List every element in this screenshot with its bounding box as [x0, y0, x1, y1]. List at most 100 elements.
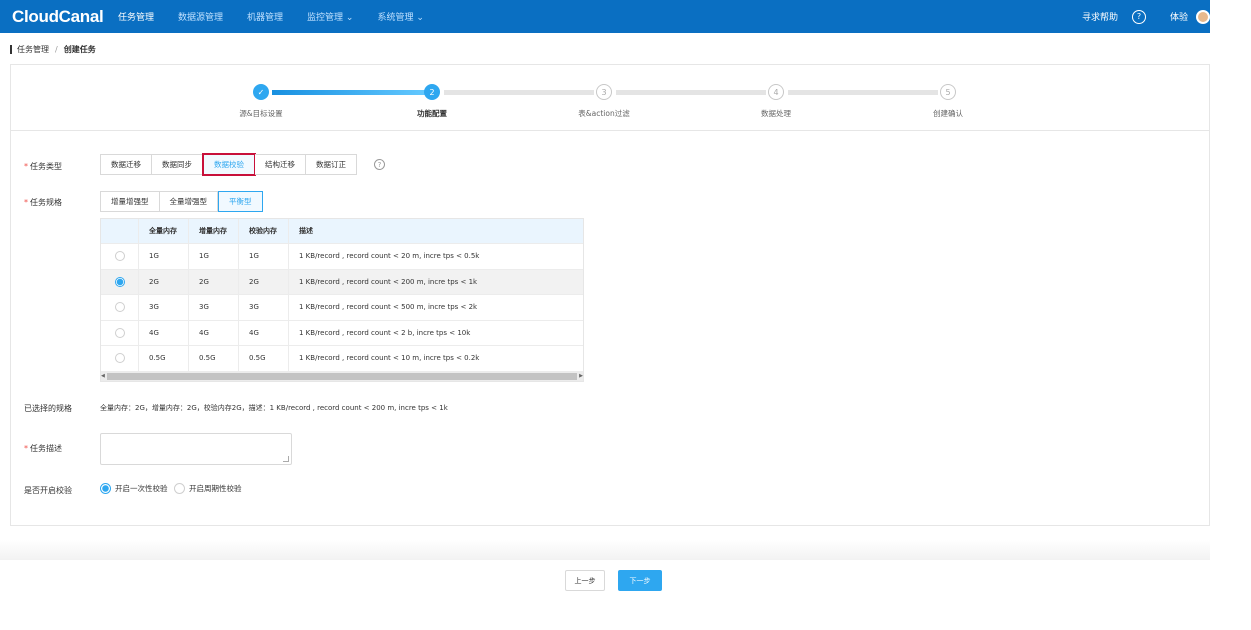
verify-once-option[interactable]: 开启一次性校验 [100, 483, 168, 494]
cell-incr: 2G [189, 269, 239, 294]
logo[interactable]: CloudCanal [12, 7, 118, 27]
cell-check: 3G [239, 295, 289, 320]
cell-check: 2G [239, 269, 289, 294]
breadcrumb-parent[interactable]: 任务管理 [17, 44, 49, 55]
form-card: ✓ 源&目标设置 2 功能配置 3 表&action过滤 4 数据处理 5 创建… [10, 64, 1210, 526]
breadcrumb: 任务管理 / 创建任务 [10, 44, 96, 55]
cell-full: 3G [139, 295, 189, 320]
scroll-left-icon[interactable]: ◀ [101, 373, 105, 379]
step-line-4 [788, 90, 938, 95]
row-radio[interactable] [114, 353, 125, 364]
spec-balanced[interactable]: 平衡型 [218, 191, 263, 212]
verify-label: 是否开启校验 [24, 486, 72, 495]
task-spec-label: * 任务规格 [24, 198, 62, 207]
table-header: 全量内存 增量内存 校验内存 描述 [101, 219, 583, 244]
task-desc-textarea[interactable] [100, 433, 292, 465]
cell-check: 0.5G [239, 346, 289, 371]
table-row[interactable]: 1G 1G 1G 1 KB/record , record count < 20… [101, 244, 583, 270]
row-radio[interactable] [114, 327, 125, 338]
scroll-thumb[interactable] [106, 372, 578, 380]
verify-periodic-radio[interactable] [174, 483, 185, 494]
next-step-button[interactable]: 下一步 [618, 570, 662, 591]
scroll-right-icon[interactable]: ▶ [579, 373, 583, 379]
cell-incr: 1G [189, 244, 239, 269]
selected-spec-value: 全量内存：2G，增量内存：2G，校验内存2G，描述：1 KB/record , … [100, 404, 448, 412]
cell-desc: 1 KB/record , record count < 500 m, incr… [299, 303, 478, 312]
row-radio[interactable] [114, 302, 125, 313]
nav-machine-management[interactable]: 机器管理 [247, 10, 283, 23]
breadcrumb-current: 创建任务 [63, 45, 96, 54]
cell-desc: 1 KB/record , record count < 200 m, incr… [299, 277, 478, 286]
cell-check: 1G [239, 244, 289, 269]
step-4-dot: 4 [768, 84, 784, 100]
step-2-dot: 2 [424, 84, 440, 100]
nav-datasource-management[interactable]: 数据源管理 [178, 10, 223, 23]
task-type-correction[interactable]: 数据订正 [306, 154, 357, 175]
breadcrumb-bar-icon [10, 45, 12, 54]
nav-system-management[interactable]: 系统管理 ⌄ [377, 10, 423, 23]
step-1-label: 源&目标设置 [239, 109, 283, 118]
breadcrumb-separator: / [55, 45, 58, 54]
cell-incr: 3G [189, 295, 239, 320]
cell-desc: 1 KB/record , record count < 2 b, incre … [299, 328, 471, 337]
cell-desc: 1 KB/record , record count < 20 m, incre… [299, 252, 480, 261]
table-row[interactable]: 2G 2G 2G 1 KB/record , record count < 20… [101, 269, 583, 295]
step-3-dot: 3 [596, 84, 612, 100]
cell-check: 4G [239, 320, 289, 345]
step-progress: ✓ 源&目标设置 2 功能配置 3 表&action过滤 4 数据处理 5 创建… [11, 65, 1209, 131]
header-full-memory: 全量内存 [139, 219, 189, 243]
step-2-label: 功能配置 [417, 109, 447, 118]
required-mark: * [24, 162, 28, 171]
nav-task-management[interactable]: 任务管理 [118, 10, 154, 23]
cell-full: 1G [139, 244, 189, 269]
row-radio[interactable] [114, 276, 125, 287]
cell-incr: 0.5G [189, 346, 239, 371]
step-5-label: 创建确认 [933, 109, 963, 118]
top-nav-bar: CloudCanal 任务管理 数据源管理 机器管理 监控管理 ⌄ 系统管理 ⌄… [0, 0, 1210, 33]
row-radio[interactable] [114, 251, 125, 262]
help-icon[interactable]: ? [1131, 9, 1146, 24]
horizontal-scrollbar[interactable]: ◀ ▶ [101, 371, 583, 381]
verify-once-radio[interactable] [100, 483, 111, 494]
spec-table: 全量内存 增量内存 校验内存 描述 1G 1G 1G 1 KB/record ,… [100, 218, 584, 382]
table-row[interactable]: 0.5G 0.5G 0.5G 1 KB/record , record coun… [101, 346, 583, 372]
step-3-label: 表&action过滤 [578, 109, 630, 118]
step-line-1 [272, 90, 427, 95]
table-row[interactable]: 4G 4G 4G 1 KB/record , record count < 2 … [101, 320, 583, 346]
task-type-structure-migration[interactable]: 结构迁移 [255, 154, 306, 175]
cell-desc: 1 KB/record , record count < 10 m, incre… [299, 354, 480, 363]
main-nav: 任务管理 数据源管理 机器管理 监控管理 ⌄ 系统管理 ⌄ [118, 0, 448, 33]
spec-full-enhanced[interactable]: 全量增强型 [159, 191, 218, 212]
top-right-tools: 寻求帮助 ? 体验 [1082, 0, 1210, 33]
task-type-sync[interactable]: 数据同步 [152, 154, 203, 175]
step-1-check-icon: ✓ [253, 84, 269, 100]
footer-shadow [0, 540, 1210, 560]
header-incr-memory: 增量内存 [189, 219, 239, 243]
nav-monitor-management[interactable]: 监控管理 ⌄ [307, 10, 353, 23]
task-type-label: * 任务类型 [24, 162, 62, 171]
verify-once-label: 开启一次性校验 [115, 484, 168, 493]
avatar[interactable] [1196, 9, 1210, 24]
prev-step-button[interactable]: 上一步 [565, 570, 605, 591]
question-icon[interactable]: ? [374, 159, 385, 170]
task-type-migration[interactable]: 数据迁移 [100, 154, 152, 175]
selected-spec-label: 已选择的规格 [24, 404, 72, 413]
task-desc-label: * 任务描述 [24, 444, 62, 453]
help-link[interactable]: 寻求帮助 [1082, 10, 1118, 23]
header-select [101, 219, 139, 243]
spec-incremental-enhanced[interactable]: 增量增强型 [100, 191, 160, 212]
step-5-dot: 5 [940, 84, 956, 100]
cell-incr: 4G [189, 320, 239, 345]
cell-full: 4G [139, 320, 189, 345]
header-description: 描述 [299, 227, 313, 235]
task-type-verify[interactable]: 数据校验 [202, 153, 256, 176]
task-spec-group: 增量增强型 全量增强型 平衡型 [100, 191, 263, 212]
cell-full: 2G [139, 269, 189, 294]
user-name[interactable]: 体验 [1170, 10, 1188, 23]
verify-periodic-option[interactable]: 开启周期性校验 [174, 483, 242, 494]
step-line-3 [616, 90, 766, 95]
task-type-group: 数据迁移 数据同步 数据校验 结构迁移 数据订正 [100, 153, 357, 176]
header-check-memory: 校验内存 [239, 219, 289, 243]
verify-periodic-label: 开启周期性校验 [189, 484, 242, 493]
table-row[interactable]: 3G 3G 3G 1 KB/record , record count < 50… [101, 295, 583, 321]
